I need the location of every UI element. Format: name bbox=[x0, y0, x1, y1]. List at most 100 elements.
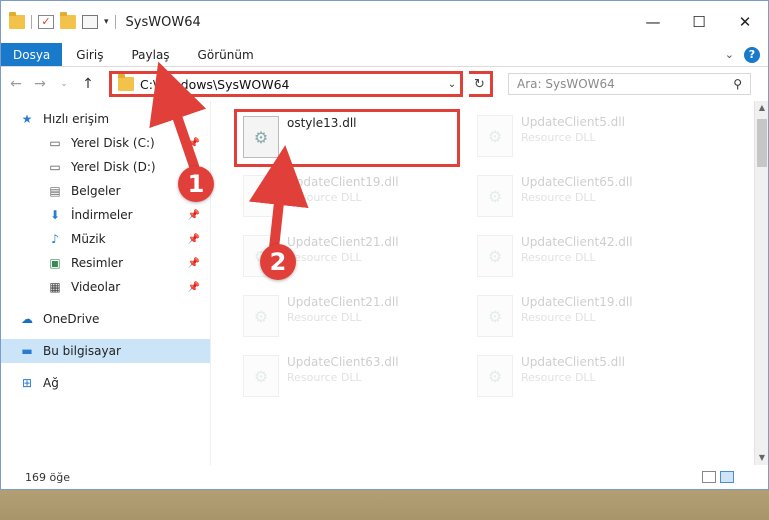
pin-icon[interactable]: 📌 bbox=[188, 234, 200, 245]
file-tile[interactable]: ⚙ UpdateClient21.dll Resource DLL bbox=[237, 291, 463, 349]
pin-icon[interactable]: 📌 bbox=[188, 138, 200, 149]
file-tile[interactable]: ⚙ UpdateClient42.dll Resource DLL bbox=[471, 231, 697, 289]
back-arrow-icon[interactable]: ← bbox=[7, 76, 25, 92]
address-dropdown-icon[interactable]: ⌄ bbox=[444, 79, 460, 90]
search-placeholder: Ara: SysWOW64 bbox=[517, 77, 615, 91]
cloud-icon: ☁ bbox=[21, 312, 33, 326]
dll-file-icon: ⚙ bbox=[477, 235, 513, 277]
quick-access-toolbar: ✓ ▾ bbox=[1, 12, 116, 29]
help-icon[interactable]: ? bbox=[744, 46, 760, 63]
file-type: Resource DLL bbox=[287, 311, 362, 324]
folder-icon bbox=[118, 74, 134, 91]
star-icon: ★ bbox=[21, 112, 33, 126]
file-name: UpdateClient19.dll bbox=[287, 175, 399, 189]
sidebar-item-label: İndirmeler bbox=[71, 208, 133, 222]
tiles-view-icon[interactable] bbox=[720, 471, 734, 483]
documents-icon: ▤ bbox=[49, 184, 61, 198]
sidebar-item-pictures[interactable]: ▣ Resimler 📌 bbox=[1, 251, 210, 275]
file-tile[interactable]: ⚙ UpdateClient19.dll Resource DLL bbox=[237, 171, 463, 229]
dll-file-icon: ⚙ bbox=[477, 355, 513, 397]
navigation-bar: ← → ⌄ ↑ C:\Windows\SysWOW64 ⌄ ↻ Ara: Sys… bbox=[1, 67, 768, 101]
pin-icon[interactable]: 📌 bbox=[188, 282, 200, 293]
tab-home[interactable]: Giriş bbox=[62, 43, 117, 66]
scrollbar-thumb[interactable] bbox=[757, 119, 767, 167]
sidebar-item-label: Ağ bbox=[43, 376, 59, 390]
sidebar-item-music[interactable]: ♪ Müzik 📌 bbox=[1, 227, 210, 251]
scroll-down-icon[interactable]: ▼ bbox=[755, 451, 769, 465]
properties-icon[interactable] bbox=[82, 15, 98, 29]
drive-icon: ▭ bbox=[49, 136, 61, 150]
view-switcher bbox=[702, 471, 734, 483]
sidebar-item-this-pc[interactable]: ▬ Bu bilgisayar bbox=[1, 339, 210, 363]
pin-icon[interactable]: 📌 bbox=[188, 258, 200, 269]
forward-arrow-icon[interactable]: → bbox=[31, 76, 49, 92]
sidebar-item-label: Yerel Disk (D:) bbox=[71, 160, 156, 174]
close-button[interactable]: ✕ bbox=[722, 1, 768, 43]
sidebar-item-local-disk-d[interactable]: ▭ Yerel Disk (D:) bbox=[1, 155, 210, 179]
sidebar-item-label: Videolar bbox=[71, 280, 121, 294]
tab-share[interactable]: Paylaş bbox=[117, 43, 183, 66]
navigation-pane: ★ Hızlı erişim ▭ Yerel Disk (C:) 📌 ▭ Yer… bbox=[1, 101, 211, 465]
sidebar-item-label: Müzik bbox=[71, 232, 106, 246]
address-path[interactable]: C:\Windows\SysWOW64 bbox=[140, 77, 289, 92]
dll-file-icon: ⚙ bbox=[243, 355, 279, 397]
music-icon: ♪ bbox=[51, 232, 59, 246]
search-icon[interactable]: ⚲ bbox=[733, 77, 742, 91]
dll-file-icon: ⚙ bbox=[477, 175, 513, 217]
file-name: UpdateClient21.dll bbox=[287, 295, 399, 309]
scroll-up-icon[interactable]: ▲ bbox=[755, 101, 769, 115]
refresh-icon: ↻ bbox=[474, 76, 485, 92]
dll-file-icon: ⚙ bbox=[243, 175, 279, 217]
sidebar-item-videos[interactable]: ▦ Videolar 📌 bbox=[1, 275, 210, 299]
tab-view[interactable]: Görünüm bbox=[184, 43, 268, 66]
item-count: 169 öğe bbox=[25, 470, 70, 484]
toolbar-divider bbox=[31, 15, 32, 29]
file-tile[interactable]: ⚙ UpdateClient5.dll Resource DLL bbox=[471, 351, 697, 409]
pin-icon[interactable]: 📌 bbox=[188, 210, 200, 221]
sidebar-item-downloads[interactable]: ⬇ İndirmeler 📌 bbox=[1, 203, 210, 227]
details-view-icon[interactable] bbox=[702, 471, 716, 483]
tab-file[interactable]: Dosya bbox=[1, 43, 63, 66]
maximize-button[interactable]: ☐ bbox=[676, 1, 722, 43]
file-tile[interactable]: ⚙ UpdateClient63.dll Resource DLL bbox=[237, 351, 463, 409]
properties-check-icon[interactable]: ✓ bbox=[38, 15, 54, 29]
chevron-down-icon[interactable]: ⌄ bbox=[725, 48, 734, 61]
file-tile[interactable]: ⚙ UpdateClient19.dll Resource DLL bbox=[471, 291, 697, 349]
status-bar: 169 öğe bbox=[1, 465, 768, 489]
minimize-button[interactable]: — bbox=[630, 1, 676, 43]
new-folder-icon[interactable] bbox=[60, 12, 76, 29]
sidebar-item-quick-access[interactable]: ★ Hızlı erişim bbox=[1, 107, 210, 131]
search-input[interactable]: Ara: SysWOW64 ⚲ bbox=[508, 73, 751, 95]
file-type: Resource DLL bbox=[287, 191, 362, 204]
title-bar: ✓ ▾ SysWOW64 — ☐ ✕ bbox=[1, 1, 768, 43]
file-list: ⚙ ostyle13.dll ⚙ UpdateClient5.dll Resou… bbox=[211, 101, 754, 465]
file-name: UpdateClient19.dll bbox=[521, 295, 633, 309]
sidebar-item-local-disk-c[interactable]: ▭ Yerel Disk (C:) 📌 bbox=[1, 131, 210, 155]
file-type: Resource DLL bbox=[287, 371, 362, 384]
download-icon: ⬇ bbox=[49, 208, 61, 222]
videos-icon: ▦ bbox=[49, 280, 61, 294]
file-tile[interactable]: ⚙ UpdateClient65.dll Resource DLL bbox=[471, 171, 697, 229]
pictures-icon: ▣ bbox=[49, 256, 61, 270]
customize-toolbar-chevron-icon[interactable]: ▾ bbox=[104, 17, 109, 27]
sidebar-item-label: Yerel Disk (C:) bbox=[71, 136, 155, 150]
file-name: UpdateClient21.dll bbox=[287, 235, 399, 249]
up-arrow-icon[interactable]: ↑ bbox=[79, 76, 97, 92]
recent-locations-chevron-icon[interactable]: ⌄ bbox=[55, 79, 73, 89]
sidebar-item-onedrive[interactable]: ☁ OneDrive bbox=[1, 307, 210, 331]
refresh-button[interactable]: ↻ bbox=[469, 71, 493, 97]
folder-icon bbox=[9, 12, 25, 29]
address-bar[interactable]: C:\Windows\SysWOW64 ⌄ bbox=[109, 71, 463, 97]
main-content: ★ Hızlı erişim ▭ Yerel Disk (C:) 📌 ▭ Yer… bbox=[1, 101, 768, 465]
file-tile[interactable]: ⚙ UpdateClient5.dll Resource DLL bbox=[471, 111, 697, 169]
vertical-scrollbar[interactable]: ▲ ▼ bbox=[754, 101, 768, 465]
step-marker-2: 2 bbox=[260, 244, 296, 280]
sidebar-item-network[interactable]: ⊞ Ağ bbox=[1, 371, 210, 395]
ribbon-tabs: Dosya Giriş Paylaş Görünüm ⌄ ? bbox=[1, 43, 768, 67]
file-tile-highlighted[interactable]: ⚙ ostyle13.dll bbox=[234, 109, 460, 167]
network-icon: ⊞ bbox=[21, 376, 33, 390]
file-name: ostyle13.dll bbox=[287, 116, 357, 130]
file-type: Resource DLL bbox=[521, 311, 596, 324]
file-name: UpdateClient5.dll bbox=[521, 115, 625, 129]
dll-file-icon: ⚙ bbox=[243, 295, 279, 337]
